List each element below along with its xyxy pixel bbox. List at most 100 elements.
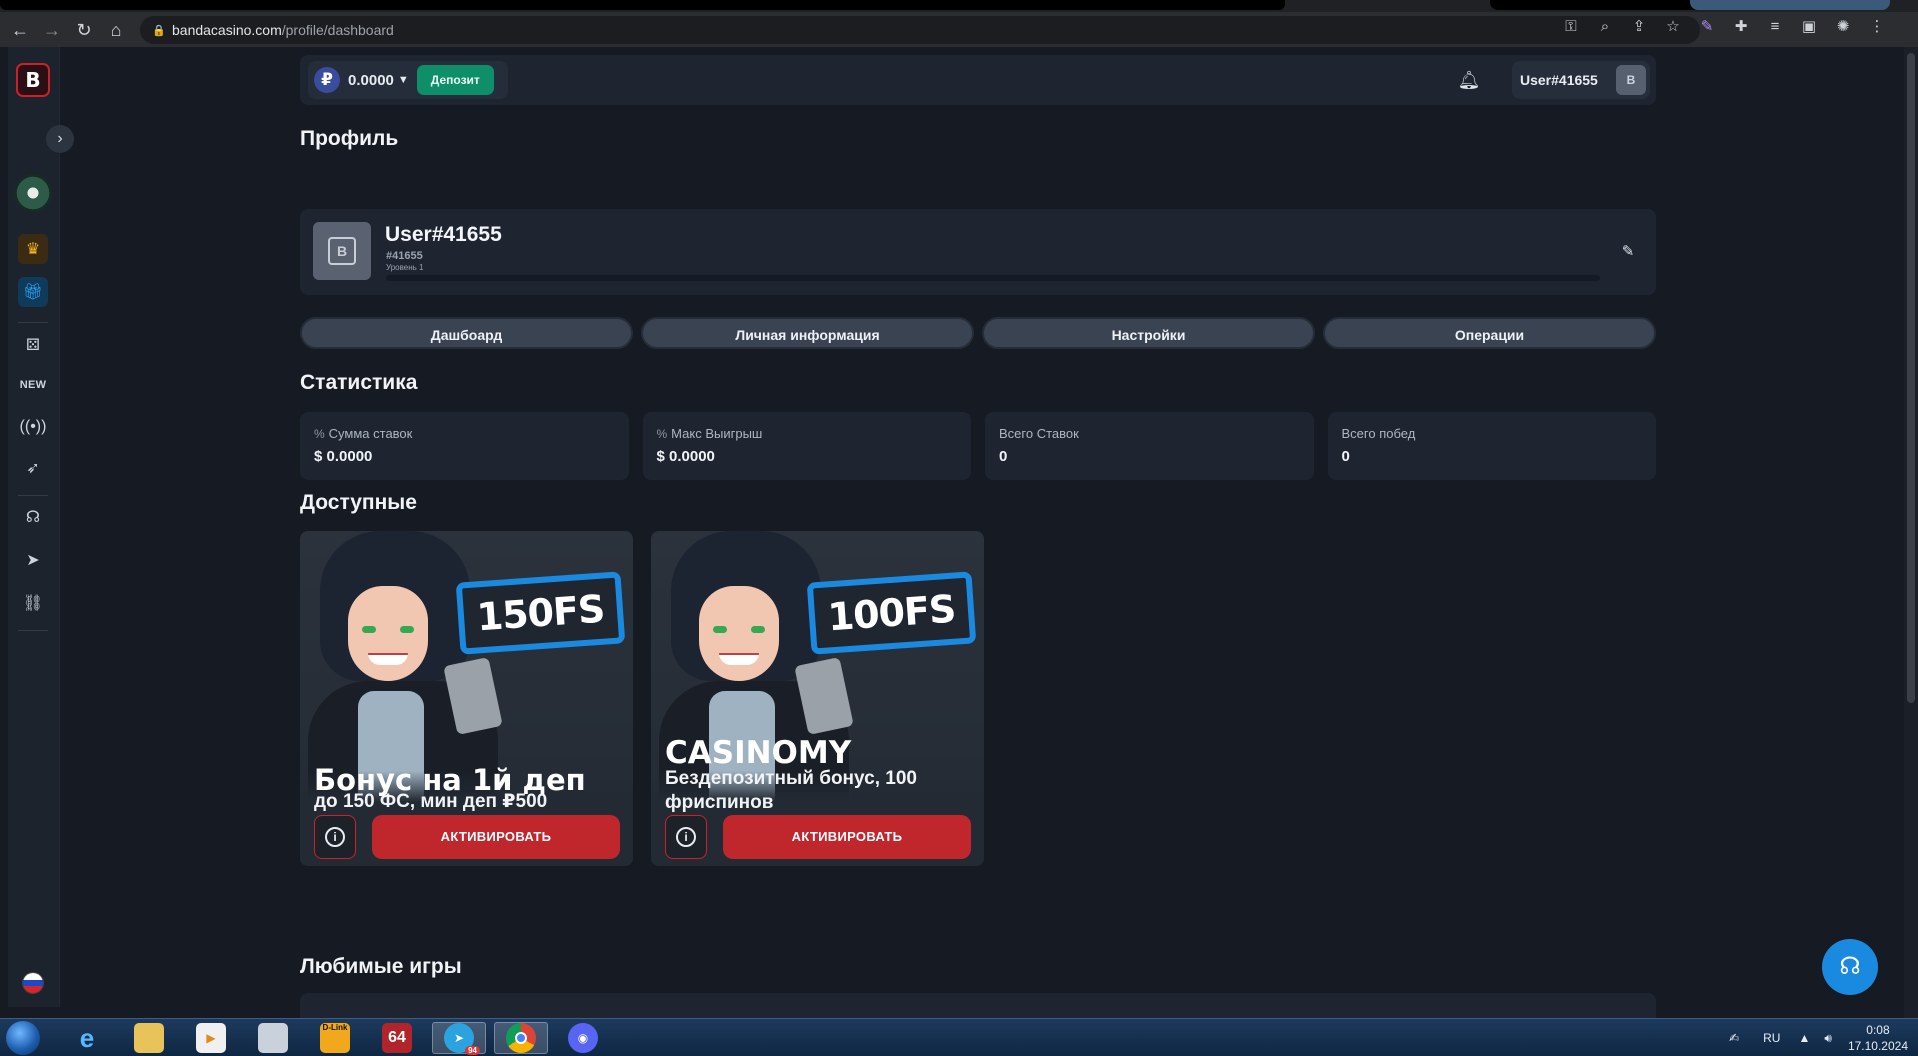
stat-value: 0 (999, 448, 1008, 465)
sidebar-item-links[interactable]: ⛓ (18, 588, 48, 618)
headset-icon: ☊ (25, 509, 41, 526)
taskbar-aida64[interactable]: 64 (370, 1022, 424, 1054)
stats-section-title: Статистика (300, 371, 418, 394)
sidebar-item-crash[interactable]: ➶ (18, 453, 48, 483)
key-icon[interactable]: ⚿ (1560, 16, 1582, 38)
sidebar-divider (18, 322, 48, 323)
avatar[interactable]: B (313, 222, 371, 280)
activate-bonus-button[interactable]: АКТИВИРОВАТЬ (723, 815, 971, 859)
bonus-info-button[interactable]: i (314, 815, 356, 859)
sidebar-item-new[interactable]: NEW (18, 370, 48, 400)
forward-icon[interactable]: → (40, 18, 64, 42)
extensions-puzzle-icon[interactable]: ✚ (1730, 16, 1752, 38)
share-icon[interactable]: ⇪ (1628, 16, 1650, 38)
tray-expand-icon[interactable]: ▲ (1798, 1031, 1810, 1045)
bonus-card: 100FS CASINOMY Бездепозитный бонус, 100 … (651, 531, 984, 866)
pen-tablet-icon[interactable]: ✍ (1729, 1031, 1739, 1045)
sidebar-divider (18, 495, 48, 496)
tab-dashboard[interactable]: Дашбоард (300, 317, 633, 349)
zoom-icon[interactable]: ⌕ (1594, 16, 1616, 38)
back-icon[interactable]: ← (8, 18, 32, 42)
info-icon: i (676, 827, 696, 847)
taskbar-media[interactable]: ▶ (184, 1022, 238, 1054)
new-label: NEW (19, 379, 47, 391)
taskbar-discord[interactable]: ◉ (556, 1022, 610, 1054)
stat-max-win: % Макс Выигрыш $ 0.0000 (642, 412, 971, 480)
percent-icon: % (656, 427, 668, 441)
address-bar[interactable]: 🔒 bandacasino.com/profile/dashboard (140, 16, 1700, 44)
sidebar-item-wheel[interactable] (14, 174, 52, 212)
language-flag-icon[interactable] (22, 972, 44, 994)
brand-logo[interactable]: B (16, 63, 50, 97)
bonus-subtitle: до 150 ФС, мин деп ₽500 (314, 791, 548, 812)
wallet-widget[interactable]: ₽ 0.0000 ▼ Депозит (308, 61, 508, 99)
taskbar-chrome[interactable] (494, 1022, 548, 1054)
activate-bonus-button[interactable]: АКТИВИРОВАТЬ (372, 815, 620, 859)
sidebar-item-vip[interactable]: ♛ (18, 234, 48, 264)
reload-icon[interactable]: ↻ (72, 18, 96, 42)
sidebar-item-telegram[interactable]: ➤ (18, 545, 48, 575)
dlink-icon: D-Link (320, 1023, 350, 1053)
media-player-icon: ▶ (196, 1023, 226, 1053)
browser-active-tab[interactable] (1690, 0, 1890, 10)
scrollbar-thumb[interactable] (1907, 53, 1915, 703)
sidebar-item-games[interactable]: ⚄ (18, 330, 48, 360)
language-indicator[interactable]: RU (1763, 1031, 1780, 1045)
pencil-icon[interactable]: ✎ (1618, 242, 1638, 262)
taskbar-explorer[interactable] (122, 1022, 176, 1054)
support-chat-button[interactable]: ☊ (1822, 939, 1878, 995)
menu-dots-icon[interactable]: ⋮ (1866, 16, 1888, 38)
volume-icon[interactable]: 🔊︎ (1824, 1031, 1832, 1046)
tab-personal-info[interactable]: Личная информация (641, 317, 974, 349)
user-menu[interactable]: User#41655 B (1512, 61, 1650, 99)
stat-value: $ 0.0000 (656, 448, 715, 465)
sidebar-expand-button[interactable]: › (46, 125, 74, 153)
chevron-down-icon[interactable]: ▼ (398, 74, 409, 86)
home-icon[interactable]: ⌂ (104, 18, 128, 42)
bonus-badge: 150FS (455, 571, 626, 655)
stat-label: Всего Ставок (999, 426, 1079, 441)
stat-value: $ 0.0000 (314, 448, 373, 465)
app-icon (258, 1023, 288, 1053)
tab-settings[interactable]: Настройки (982, 317, 1315, 349)
start-button[interactable] (6, 1021, 40, 1055)
profile-card: B User#41655 #41655 Уровень 1 ✎ (300, 209, 1656, 295)
stat-label: Всего побед (1341, 426, 1416, 441)
extension-feather-icon[interactable]: ✎ (1696, 16, 1718, 38)
headset-icon: ☊ (1839, 953, 1861, 980)
sidebar-item-gifts[interactable]: 🎁︎ (18, 277, 48, 307)
side-panel-icon[interactable]: ▣ (1798, 16, 1820, 38)
broadcast-icon: ((•)) (19, 418, 47, 435)
bonus-info-button[interactable]: i (665, 815, 707, 859)
tab-operations[interactable]: Операции (1323, 317, 1656, 349)
bell-icon[interactable]: 🔔︎ (1457, 68, 1481, 92)
taskbar-ie[interactable]: e (60, 1022, 114, 1054)
address-url[interactable]: bandacasino.com/profile/dashboard (172, 22, 394, 38)
reading-list-icon[interactable]: ≡ (1764, 16, 1786, 38)
taskbar-dlink[interactable]: D-Link (308, 1022, 362, 1054)
profile-icon[interactable]: ✺ (1832, 16, 1854, 38)
taskbar-app[interactable] (246, 1022, 300, 1054)
stats-row: % Сумма ставок $ 0.0000 % Макс Выигрыш $ 0… (300, 412, 1656, 480)
browser-toolbar: ← → ↻ ⌂ 🔒 bandacasino.com/profile/dashbo… (0, 12, 1918, 47)
deposit-button[interactable]: Депозит (416, 65, 494, 95)
sidebar-item-live[interactable]: ((•)) (18, 412, 48, 442)
bookmark-star-icon[interactable]: ☆ (1662, 16, 1684, 38)
favorites-section-title: Любимые игры (300, 955, 462, 978)
sidebar-item-support[interactable]: ☊ (18, 502, 48, 532)
profile-name: User#41655 (385, 223, 502, 246)
user-avatar: B (1616, 65, 1646, 95)
gift-icon: 🎁︎ (22, 284, 44, 301)
browser-tabs[interactable] (0, 0, 1285, 10)
clock[interactable]: 0:08 17.10.2024 (1848, 1022, 1908, 1054)
browser-tab-strip (0, 0, 1918, 12)
folder-icon (134, 1023, 164, 1053)
discord-icon: ◉ (568, 1023, 598, 1053)
sidebar: B › ♛ 🎁︎ ⚄ NEW ((•)) ➶ ☊ ➤ ⛓ (8, 47, 74, 1007)
profile-section-title: Профиль (300, 127, 399, 150)
telegram-unread-badge: 94 (465, 1046, 480, 1055)
clock-date: 17.10.2024 (1847, 1039, 1908, 1053)
profile-id: #41655 (386, 250, 423, 262)
taskbar-telegram[interactable]: ➤ 94 (432, 1022, 486, 1055)
page-scrollbar[interactable] (1904, 47, 1918, 1018)
